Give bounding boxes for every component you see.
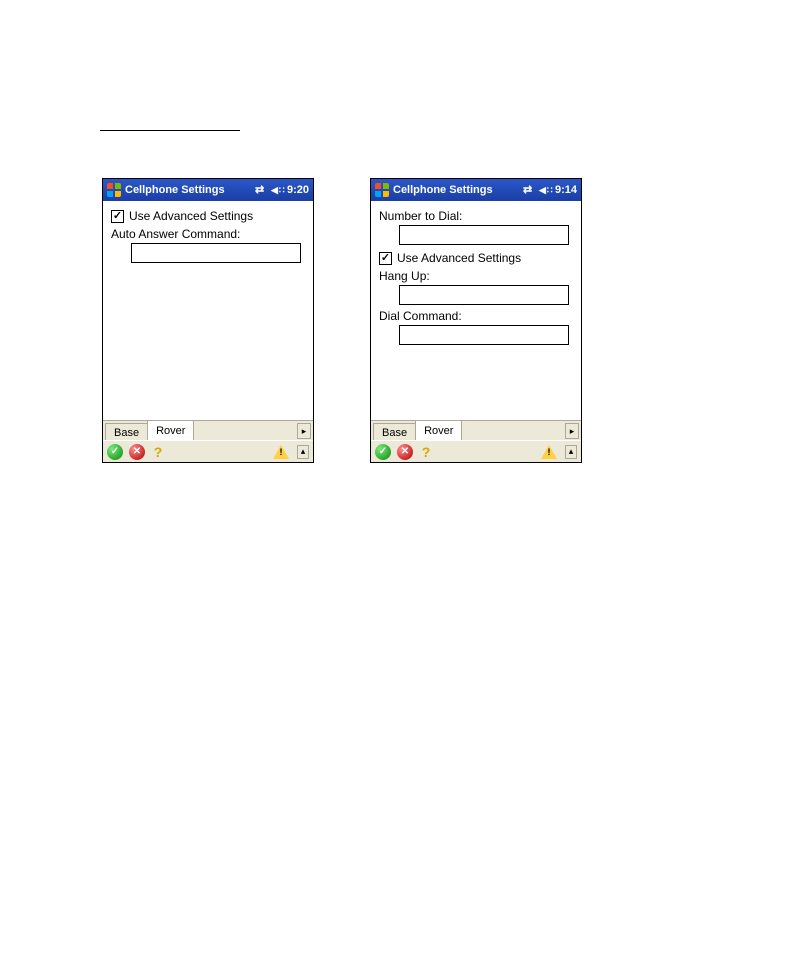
bottom-toolbar <box>103 440 313 462</box>
use-advanced-label: Use Advanced Settings <box>397 251 521 265</box>
volume-icon[interactable] <box>539 184 551 196</box>
window-title: Cellphone Settings <box>393 184 523 196</box>
windows-flag-icon[interactable] <box>107 183 121 197</box>
use-advanced-row: Use Advanced Settings <box>111 209 305 223</box>
tab-scroll-button[interactable]: ▸ <box>565 423 579 439</box>
tab-rover[interactable]: Rover <box>147 420 194 440</box>
content-area: Number to Dial: Use Advanced Settings Ha… <box>371 201 581 420</box>
dial-command-label: Dial Command: <box>379 309 573 323</box>
cancel-button[interactable] <box>129 444 145 460</box>
sip-up-button[interactable] <box>297 445 309 459</box>
use-advanced-label: Use Advanced Settings <box>129 209 253 223</box>
content-area: Use Advanced Settings Auto Answer Comman… <box>103 201 313 420</box>
section-underline <box>100 130 240 131</box>
cancel-button[interactable] <box>397 444 413 460</box>
sip-up-button[interactable] <box>565 445 577 459</box>
help-button[interactable] <box>151 444 165 460</box>
hang-up-label: Hang Up: <box>379 269 573 283</box>
auto-answer-label: Auto Answer Command: <box>111 227 305 241</box>
clock[interactable]: 9:14 <box>555 184 577 196</box>
tab-bar: Base Rover ▸ <box>371 420 581 440</box>
device-window-base: Cellphone Settings 9:20 Use Advanced Set… <box>102 178 314 463</box>
windows-flag-icon[interactable] <box>375 183 389 197</box>
dial-command-input[interactable] <box>399 325 569 345</box>
tab-base[interactable]: Base <box>105 423 148 441</box>
volume-icon[interactable] <box>271 184 283 196</box>
warning-icon[interactable] <box>541 445 557 459</box>
auto-answer-input[interactable] <box>131 243 301 263</box>
number-to-dial-label: Number to Dial: <box>379 209 573 223</box>
bottom-toolbar <box>371 440 581 462</box>
sync-icon[interactable] <box>523 184 535 196</box>
tab-base-label: Base <box>382 427 407 439</box>
tab-base[interactable]: Base <box>373 423 416 441</box>
window-title: Cellphone Settings <box>125 184 255 196</box>
hang-up-input[interactable] <box>399 285 569 305</box>
use-advanced-row: Use Advanced Settings <box>379 251 573 265</box>
device-window-rover: Cellphone Settings 9:14 Number to Dial: … <box>370 178 582 463</box>
use-advanced-checkbox[interactable] <box>379 252 392 265</box>
tab-base-label: Base <box>114 427 139 439</box>
tab-bar: Base Rover ▸ <box>103 420 313 440</box>
titlebar: Cellphone Settings 9:14 <box>371 179 581 201</box>
titlebar: Cellphone Settings 9:20 <box>103 179 313 201</box>
tab-rover-label: Rover <box>156 425 185 437</box>
use-advanced-checkbox[interactable] <box>111 210 124 223</box>
number-to-dial-input[interactable] <box>399 225 569 245</box>
tab-rover-label: Rover <box>424 425 453 437</box>
ok-button[interactable] <box>375 444 391 460</box>
clock[interactable]: 9:20 <box>287 184 309 196</box>
tab-rover[interactable]: Rover <box>415 420 462 440</box>
help-button[interactable] <box>419 444 433 460</box>
tab-scroll-button[interactable]: ▸ <box>297 423 311 439</box>
sync-icon[interactable] <box>255 184 267 196</box>
ok-button[interactable] <box>107 444 123 460</box>
warning-icon[interactable] <box>273 445 289 459</box>
